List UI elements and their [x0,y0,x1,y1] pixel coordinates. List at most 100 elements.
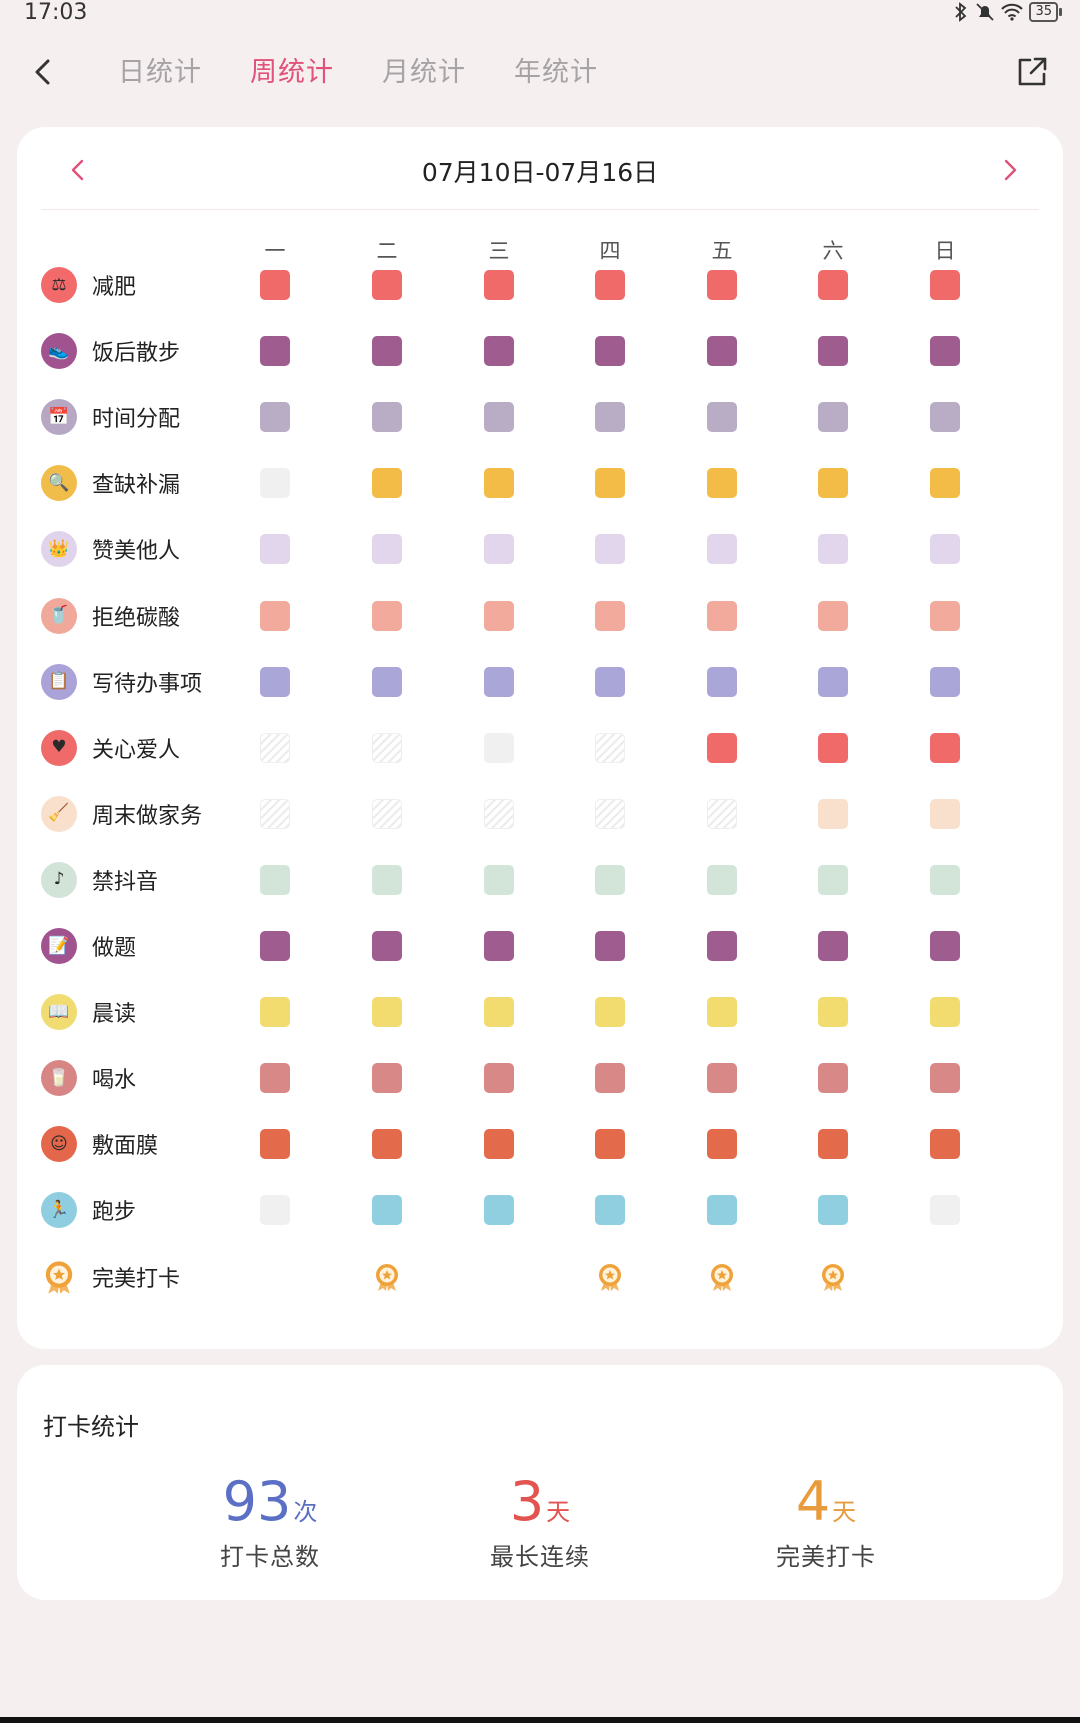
checkin-cell-done[interactable] [484,931,514,961]
checkin-cell-missed[interactable] [484,732,514,763]
checkin-cell-done[interactable] [707,997,737,1028]
checkin-cell-done[interactable] [372,931,402,961]
tab-yearly[interactable]: 年统计 [514,50,598,89]
checkin-cell-inactive[interactable] [260,732,290,763]
checkin-cell-inactive[interactable] [260,798,290,829]
habit-row[interactable]: 👑 赞美他人 [17,516,1063,582]
checkin-cell-done[interactable] [707,864,737,895]
checkin-cell-done[interactable] [707,1195,737,1226]
back-arrow-icon[interactable] [24,52,64,92]
checkin-cell-done[interactable] [818,600,848,631]
checkin-cell-done[interactable] [930,798,960,829]
checkin-cell-inactive[interactable] [372,732,402,763]
checkin-cell-done[interactable] [930,336,960,367]
checkin-cell-done[interactable] [260,336,290,367]
checkin-cell-done[interactable] [930,1063,960,1094]
habit-row[interactable]: 📖 晨读 [17,979,1063,1045]
checkin-cell-done[interactable] [818,402,848,433]
checkin-cell-done[interactable] [930,1129,960,1160]
checkin-cell-done[interactable] [818,666,848,697]
checkin-cell-done[interactable] [818,534,848,565]
checkin-cell-done[interactable] [484,600,514,631]
checkin-cell-done[interactable] [484,864,514,895]
checkin-cell-done[interactable] [484,336,514,367]
checkin-cell-done[interactable] [595,468,625,499]
checkin-cell-done[interactable] [930,864,960,895]
checkin-cell-done[interactable] [930,402,960,433]
checkin-cell-done[interactable] [595,600,625,631]
checkin-cell-done[interactable] [930,666,960,697]
checkin-cell-done[interactable] [707,402,737,433]
habit-row[interactable]: 📝 做题 [17,913,1063,979]
next-week-icon[interactable] [995,155,1025,185]
checkin-cell-done[interactable] [818,798,848,829]
perfect-day-medal-icon[interactable] [707,1262,737,1292]
checkin-cell-done[interactable] [707,1063,737,1094]
habit-row[interactable]: 完美打卡 [17,1244,1063,1310]
checkin-cell-done[interactable] [260,997,290,1028]
checkin-cell-done[interactable] [260,534,290,565]
checkin-cell-done[interactable] [818,1129,848,1160]
checkin-cell-done[interactable] [484,270,514,300]
habit-row[interactable]: ☺ 敷面膜 [17,1111,1063,1177]
checkin-cell-done[interactable] [484,1195,514,1226]
checkin-cell-done[interactable] [595,666,625,697]
checkin-cell-inactive[interactable] [595,798,625,829]
habit-row[interactable]: 📋 写待办事项 [17,649,1063,715]
checkin-cell-done[interactable] [707,600,737,631]
checkin-cell-done[interactable] [372,402,402,433]
checkin-cell-done[interactable] [818,468,848,499]
checkin-cell-done[interactable] [372,864,402,895]
checkin-cell-done[interactable] [818,997,848,1028]
checkin-cell-done[interactable] [707,336,737,367]
checkin-cell-missed[interactable] [260,1195,290,1226]
habit-row[interactable]: ⚖ 减肥 [17,252,1063,318]
checkin-cell-done[interactable] [818,864,848,895]
checkin-cell-done[interactable] [595,1195,625,1226]
checkin-cell-done[interactable] [930,270,960,300]
checkin-cell-done[interactable] [372,336,402,367]
checkin-cell-done[interactable] [372,1129,402,1160]
checkin-cell-inactive[interactable] [707,798,737,829]
habit-row[interactable]: 👟 饭后散步 [17,318,1063,384]
checkin-cell-done[interactable] [707,732,737,763]
checkin-cell-done[interactable] [595,336,625,367]
checkin-cell-done[interactable] [484,534,514,565]
checkin-cell-done[interactable] [484,666,514,697]
habit-row[interactable]: 🧹 周末做家务 [17,781,1063,847]
checkin-cell-done[interactable] [930,600,960,631]
checkin-cell-done[interactable] [372,1063,402,1094]
habit-row[interactable]: ♥ 关心爱人 [17,715,1063,781]
checkin-cell-done[interactable] [930,931,960,961]
checkin-cell-done[interactable] [484,402,514,433]
checkin-cell-done[interactable] [372,666,402,697]
checkin-cell-done[interactable] [707,1129,737,1160]
checkin-cell-done[interactable] [818,270,848,300]
checkin-cell-done[interactable] [260,864,290,895]
checkin-cell-done[interactable] [818,1195,848,1226]
checkin-cell-done[interactable] [260,1129,290,1160]
checkin-cell-done[interactable] [595,534,625,565]
tab-weekly[interactable]: 周统计 [250,50,334,89]
checkin-cell-done[interactable] [484,468,514,499]
habit-row[interactable]: 🔍 查缺补漏 [17,450,1063,516]
checkin-cell-inactive[interactable] [595,732,625,763]
checkin-cell-done[interactable] [818,931,848,961]
checkin-cell-done[interactable] [930,732,960,763]
checkin-cell-done[interactable] [260,931,290,961]
habit-row[interactable]: 📅 时间分配 [17,384,1063,450]
checkin-cell-done[interactable] [930,468,960,499]
checkin-cell-done[interactable] [260,402,290,433]
habit-row[interactable]: 🥤 拒绝碳酸 [17,583,1063,649]
checkin-cell-inactive[interactable] [372,798,402,829]
checkin-cell-done[interactable] [484,1129,514,1160]
share-export-icon[interactable] [1014,54,1050,90]
checkin-cell-done[interactable] [372,600,402,631]
checkin-cell-done[interactable] [707,270,737,300]
checkin-cell-missed[interactable] [260,468,290,499]
checkin-cell-done[interactable] [372,1195,402,1226]
tab-daily[interactable]: 日统计 [118,50,202,89]
checkin-cell-done[interactable] [260,270,290,300]
perfect-day-medal-icon[interactable] [818,1262,848,1292]
checkin-cell-done[interactable] [707,931,737,961]
